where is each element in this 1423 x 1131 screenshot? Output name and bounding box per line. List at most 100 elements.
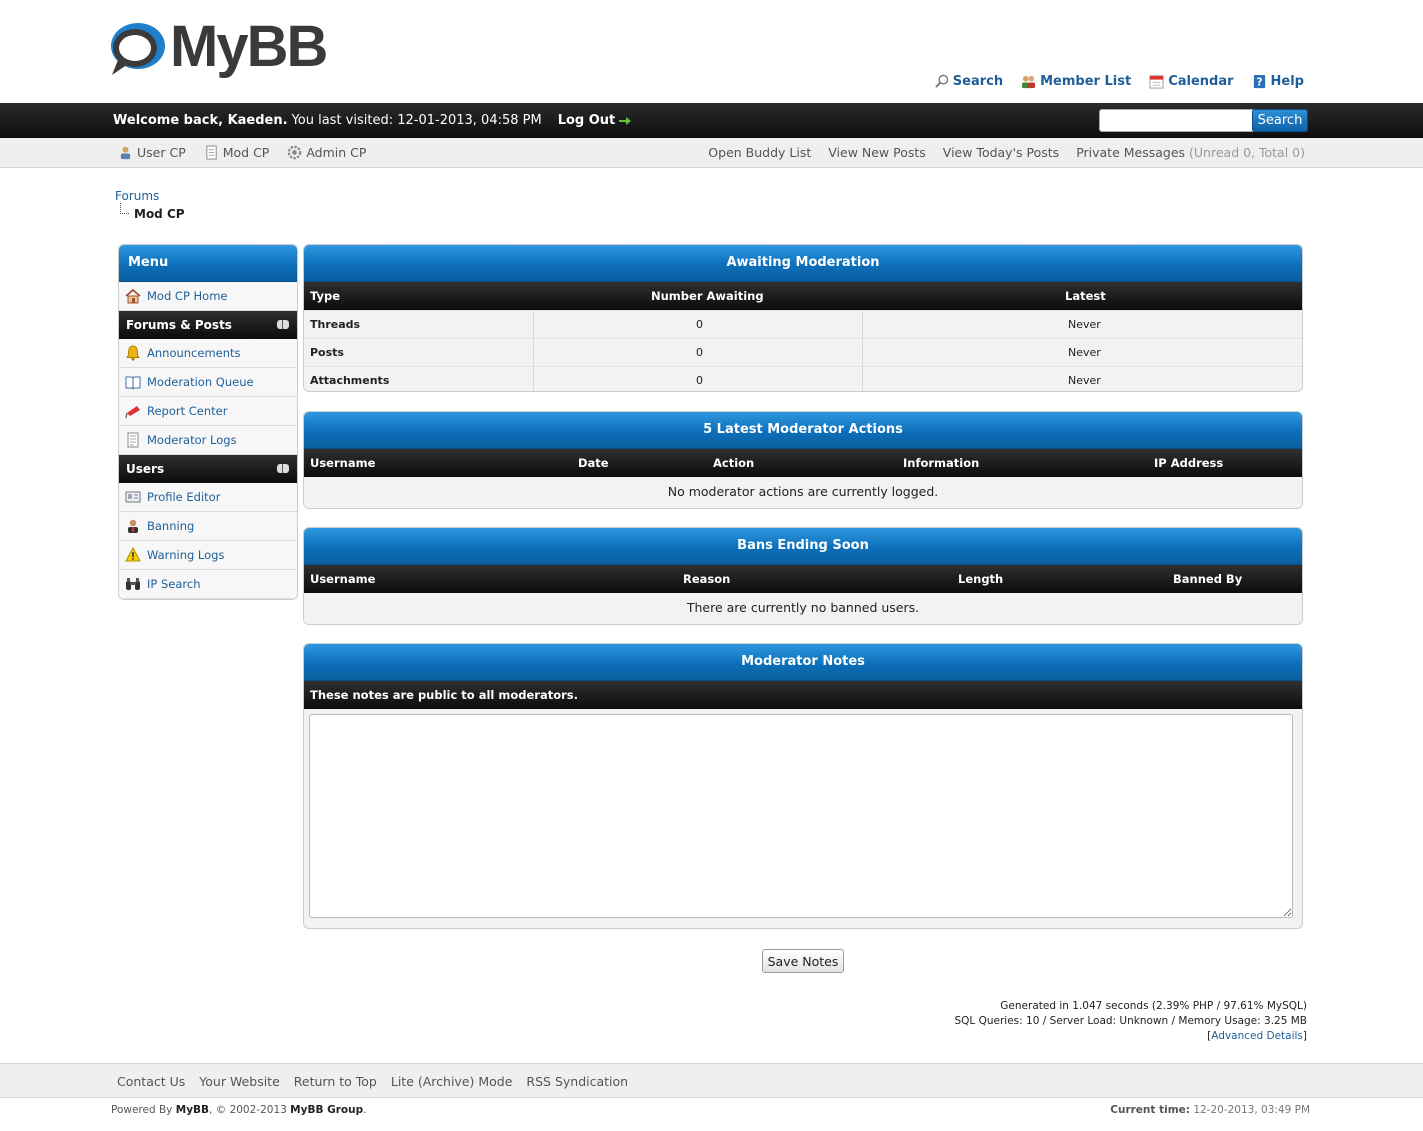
sidebar-category-label: Forums & Posts bbox=[126, 318, 232, 332]
notes-subtitle-row: These notes are public to all moderators… bbox=[304, 681, 1302, 709]
logo-wordmark: MyBB bbox=[170, 14, 328, 79]
breadcrumb: Forums Mod CP bbox=[115, 189, 185, 221]
column-divider bbox=[862, 367, 863, 391]
sidebar-item-label: Moderation Queue bbox=[147, 375, 254, 389]
mybb-logo[interactable]: MyBB bbox=[108, 14, 338, 80]
table-header: Username Date Action Information IP Addr… bbox=[304, 449, 1302, 477]
sidebar-item-announcements[interactable]: Announcements bbox=[119, 339, 297, 368]
view-new-posts-link[interactable]: View New Posts bbox=[828, 145, 926, 160]
footer-return-to-top-link[interactable]: Return to Top bbox=[294, 1074, 377, 1089]
debug-queries: SQL Queries: 10 / Server Load: Unknown /… bbox=[954, 1015, 1307, 1027]
powered-by-mybb-link[interactable]: MyBB bbox=[176, 1104, 209, 1116]
flag-icon bbox=[125, 406, 140, 419]
column-header: Latest bbox=[1065, 289, 1106, 303]
logout-link[interactable]: Log Out bbox=[558, 113, 632, 128]
row-latest: Never bbox=[1068, 374, 1101, 387]
column-header: Information bbox=[903, 456, 980, 470]
sidebar-item-label: Profile Editor bbox=[147, 490, 221, 504]
copyright-years: , © 2002-2013 bbox=[209, 1104, 287, 1116]
empty-message: No moderator actions are currently logge… bbox=[304, 477, 1302, 507]
user-nav-left: User CP Mod CP Admin CP bbox=[118, 145, 366, 160]
column-divider bbox=[533, 339, 534, 366]
open-buddy-list-link[interactable]: Open Buddy List bbox=[708, 145, 811, 160]
welcome-text: Welcome back, Kaeden. bbox=[113, 113, 288, 128]
moderator-notes-panel: Moderator Notes These notes are public t… bbox=[303, 643, 1303, 929]
sidebar-item-ip-search[interactable]: IP Search bbox=[119, 570, 297, 599]
view-todays-posts-link[interactable]: View Today's Posts bbox=[943, 145, 1059, 160]
current-time: Current time: 12-20-2013, 03:49 PM bbox=[1110, 1104, 1310, 1116]
collapse-toggle-icon[interactable] bbox=[277, 320, 289, 329]
sidebar-item-modcp-home[interactable]: Mod CP Home bbox=[119, 282, 297, 311]
admin-cp-label: Admin CP bbox=[306, 145, 367, 160]
id-card-icon bbox=[125, 491, 141, 503]
empty-message: There are currently no banned users. bbox=[304, 593, 1302, 623]
sidebar-category-label: Users bbox=[126, 462, 165, 476]
private-messages-link[interactable]: Private Messages bbox=[1076, 145, 1185, 160]
mod-cp-link[interactable]: Mod CP bbox=[204, 145, 270, 160]
footer-contact-us-link[interactable]: Contact Us bbox=[117, 1074, 185, 1089]
column-divider bbox=[862, 311, 863, 338]
toplink-member-list[interactable]: Member List bbox=[1021, 74, 1131, 89]
footer-rss-link[interactable]: RSS Syndication bbox=[526, 1074, 628, 1089]
user-nav-bar: User CP Mod CP Admin CP Open Buddy List … bbox=[0, 138, 1423, 168]
advanced-details-link[interactable]: Advanced Details bbox=[1211, 1030, 1303, 1042]
sidebar-item-profile-editor[interactable]: Profile Editor bbox=[119, 483, 297, 512]
row-type: Posts bbox=[310, 346, 344, 359]
debug-info: Generated in 1.047 seconds (2.39% PHP / … bbox=[954, 999, 1307, 1044]
sidebar-item-label: IP Search bbox=[147, 577, 201, 591]
column-header: Banned By bbox=[1173, 572, 1243, 586]
sidebar-item-label: Announcements bbox=[147, 346, 241, 360]
panel-title: Awaiting Moderation bbox=[304, 245, 1302, 282]
admin-cp-link[interactable]: Admin CP bbox=[287, 145, 366, 160]
sidebar-title: Menu bbox=[119, 245, 297, 282]
logo-bubble-icon bbox=[111, 23, 165, 75]
mod-cp-icon bbox=[206, 145, 217, 160]
row-count: 0 bbox=[696, 318, 703, 331]
sidebar-item-warning-logs[interactable]: Warning Logs bbox=[119, 541, 297, 570]
toplink-search[interactable]: Search bbox=[934, 74, 1003, 89]
sidebar-category-users: Users bbox=[119, 455, 297, 483]
sidebar-item-label: Moderator Logs bbox=[147, 433, 237, 447]
awaiting-moderation-panel: Awaiting Moderation Type Number Awaiting… bbox=[303, 244, 1303, 392]
column-divider bbox=[862, 339, 863, 366]
mybb-group-link[interactable]: MyBB Group bbox=[290, 1104, 363, 1116]
quick-search-input[interactable] bbox=[1099, 109, 1255, 132]
collapse-toggle-icon[interactable] bbox=[277, 464, 289, 473]
user-cp-icon bbox=[120, 146, 131, 160]
user-cp-label: User CP bbox=[137, 145, 186, 160]
row-count: 0 bbox=[696, 374, 703, 387]
top-links: Search Member List Calendar ? Help bbox=[934, 74, 1304, 89]
sidebar-item-report-center[interactable]: Report Center bbox=[119, 397, 297, 426]
user-ban-icon bbox=[128, 519, 138, 533]
save-notes-button[interactable]: Save Notes bbox=[762, 949, 844, 973]
column-divider bbox=[533, 367, 534, 391]
column-header: Reason bbox=[683, 572, 731, 586]
sidebar-item-banning[interactable]: Banning bbox=[119, 512, 297, 541]
toplink-help[interactable]: ? Help bbox=[1252, 74, 1304, 89]
mod-cp-label: Mod CP bbox=[222, 145, 270, 160]
breadcrumb-forums-link[interactable]: Forums bbox=[115, 189, 185, 203]
row-type: Threads bbox=[310, 318, 361, 331]
column-header: IP Address bbox=[1154, 456, 1224, 470]
toplink-member-list-label: Member List bbox=[1040, 74, 1132, 89]
column-header: Date bbox=[578, 456, 609, 470]
sidebar-item-moderator-logs[interactable]: Moderator Logs bbox=[119, 426, 297, 455]
table-row: Threads 0 Never bbox=[304, 310, 1302, 338]
moderator-notes-textarea[interactable] bbox=[309, 714, 1293, 918]
panel-title: Bans Ending Soon bbox=[304, 528, 1302, 565]
quick-search-button[interactable]: Search bbox=[1252, 109, 1308, 132]
sidebar-item-label: Report Center bbox=[147, 404, 228, 418]
help-icon: ? bbox=[1253, 74, 1265, 88]
last-visited-text: You last visited: 12-01-2013, 04:58 PM bbox=[291, 113, 542, 128]
welcome-block: Welcome back, Kaeden. You last visited: … bbox=[113, 113, 632, 128]
footer-your-website-link[interactable]: Your Website bbox=[199, 1074, 280, 1089]
footer-lite-mode-link[interactable]: Lite (Archive) Mode bbox=[391, 1074, 513, 1089]
private-messages-block: Private Messages (Unread 0, Total 0) bbox=[1076, 145, 1305, 160]
sidebar-item-moderation-queue[interactable]: Moderation Queue bbox=[119, 368, 297, 397]
table-row: Attachments 0 Never bbox=[304, 366, 1302, 391]
toplink-calendar[interactable]: Calendar bbox=[1149, 74, 1234, 89]
column-header: Number Awaiting bbox=[651, 289, 764, 303]
user-cp-link[interactable]: User CP bbox=[118, 145, 186, 160]
row-count: 0 bbox=[696, 346, 703, 359]
row-type: Attachments bbox=[310, 374, 390, 387]
